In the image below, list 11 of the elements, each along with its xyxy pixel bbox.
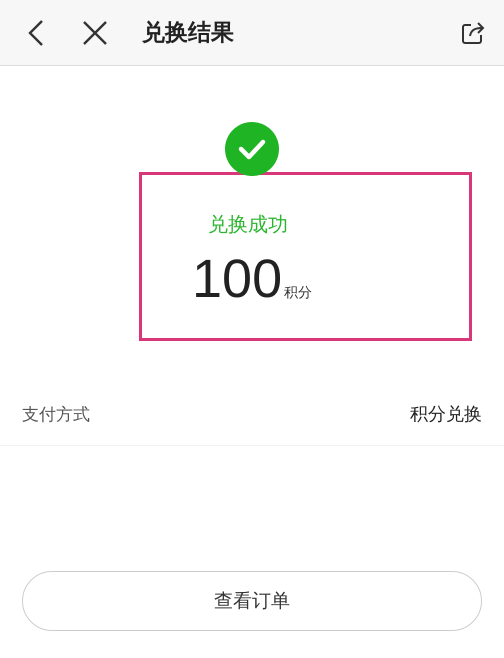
close-icon[interactable] xyxy=(82,20,108,46)
back-icon[interactable] xyxy=(26,18,46,46)
view-order-button[interactable]: 查看订单 xyxy=(22,571,482,631)
page-title: 兑换结果 xyxy=(142,19,234,48)
success-check-icon xyxy=(225,122,279,176)
points-amount: 100 xyxy=(192,252,282,306)
share-icon[interactable] xyxy=(460,20,486,46)
points-unit: 积分 xyxy=(284,284,312,302)
payment-label: 支付方式 xyxy=(22,404,90,426)
success-status: 兑换成功 xyxy=(208,211,288,238)
payment-value: 积分兑换 xyxy=(410,403,482,426)
